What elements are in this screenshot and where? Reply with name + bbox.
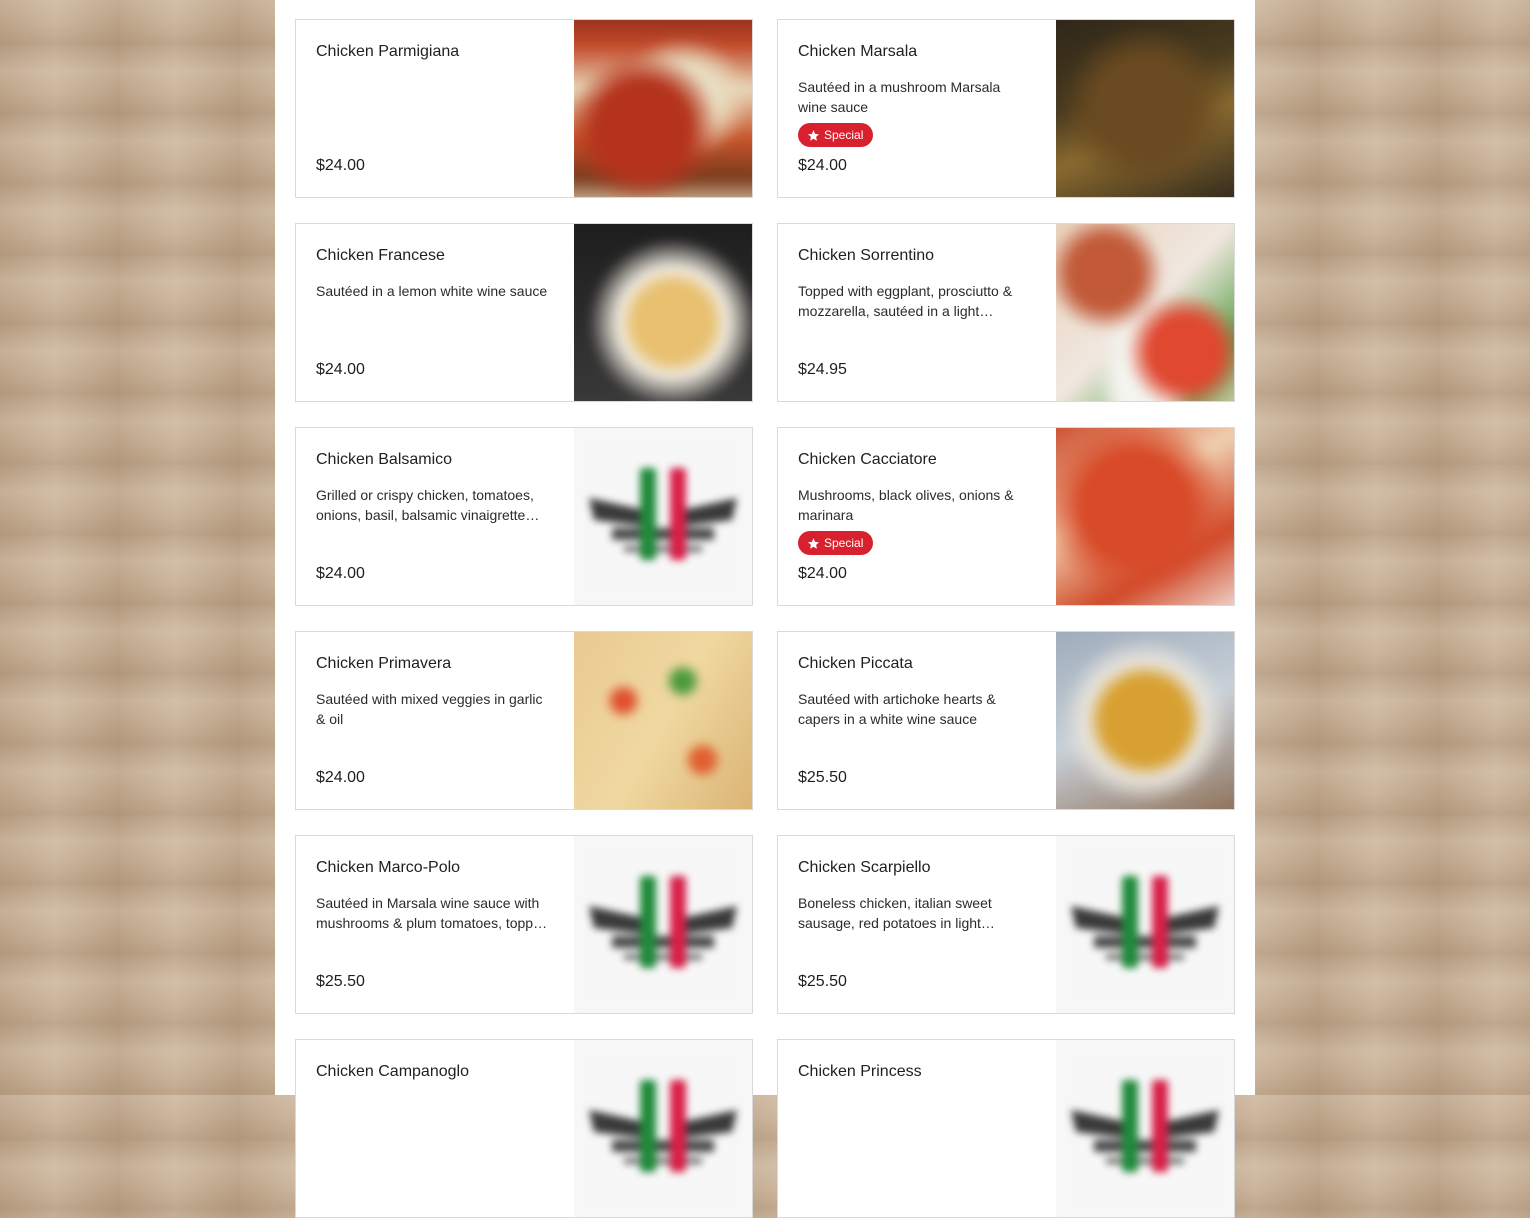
menu-item-name: Chicken Piccata bbox=[798, 655, 913, 672]
menu-item-price: $25.50 bbox=[798, 973, 847, 990]
menu-item-photo bbox=[574, 224, 752, 401]
menu-item-price: $24.00 bbox=[316, 565, 365, 582]
menu-item-card[interactable]: Chicken Campanoglo bbox=[295, 1039, 753, 1218]
menu-item-name: Chicken Marco-Polo bbox=[316, 859, 461, 876]
chicken-marsala-photo bbox=[1056, 20, 1234, 197]
menu-item-description: Topped with eggplant, prosciutto & mozza… bbox=[798, 283, 1013, 319]
menu-item-placeholder-image bbox=[1056, 836, 1234, 1013]
menu-item-info: Chicken Parmigiana $24.00 bbox=[316, 20, 556, 197]
menu-item-description: Sautéed in a lemon white wine sauce bbox=[316, 283, 548, 299]
menu-item-info: Chicken Marco-Polo Sautéed in Marsala win… bbox=[316, 836, 556, 1013]
menu-item-info: Chicken Balsamico Grilled or crispy chick… bbox=[316, 428, 556, 605]
menu-item-price: $24.95 bbox=[798, 361, 847, 378]
menu-item-name: Chicken Scarpiello bbox=[798, 859, 931, 876]
menu-item-name: Chicken Sorrentino bbox=[798, 247, 935, 264]
menu-item-placeholder-image bbox=[574, 836, 752, 1013]
chicken-francese-photo bbox=[574, 224, 752, 401]
menu-item-info: Chicken Marsala Sautéed in a mushroom Mar… bbox=[798, 20, 1038, 197]
menu-item-photo bbox=[1056, 428, 1234, 605]
menu-item-placeholder-image bbox=[574, 428, 752, 605]
chicken-piccata-photo bbox=[1056, 632, 1234, 809]
special-badge: Special bbox=[798, 123, 874, 147]
restaurant-logo bbox=[1056, 1040, 1234, 1217]
menu-item-description: Boneless chicken, italian sweet sausage,… bbox=[798, 895, 992, 931]
restaurant-logo bbox=[1056, 836, 1234, 1013]
menu-item-description: Sautéed in Marsala wine sauce with mushr… bbox=[316, 895, 548, 931]
menu-item-name: Chicken Princess bbox=[798, 1063, 922, 1080]
menu-item-name: Chicken Marsala bbox=[798, 43, 918, 60]
menu-item-price: $24.00 bbox=[798, 157, 847, 174]
menu-item-name: Chicken Cacciatore bbox=[798, 451, 937, 468]
menu-item-name: Chicken Francese bbox=[316, 247, 445, 264]
menu-item-photo bbox=[1056, 20, 1234, 197]
menu-item-price: $25.50 bbox=[798, 769, 847, 786]
menu-item-photo bbox=[574, 632, 752, 809]
menu-section: Chicken Parmigiana $24.00 Chicken Marsala S… bbox=[275, 0, 1255, 1218]
menu-item-card[interactable]: Chicken Primavera Sautéed with mixed vegg… bbox=[295, 631, 753, 810]
menu-item-placeholder-image bbox=[1056, 1040, 1234, 1217]
menu-item-description: Sautéed with mixed veggies in garlic & o… bbox=[316, 691, 543, 727]
menu-item-card[interactable]: Chicken Marsala Sautéed in a mushroom Mar… bbox=[777, 19, 1235, 198]
restaurant-logo bbox=[574, 836, 752, 1013]
special-badge-label: Special bbox=[824, 128, 864, 142]
menu-item-card[interactable]: Chicken Princess bbox=[777, 1039, 1235, 1218]
star-icon bbox=[808, 129, 819, 141]
menu-item-card[interactable]: Chicken Piccata Sautéed with artichoke he… bbox=[777, 631, 1235, 810]
menu-item-card[interactable]: Chicken Cacciatore Mushrooms, black olive… bbox=[777, 427, 1235, 606]
menu-item-name: Chicken Parmigiana bbox=[316, 43, 460, 60]
menu-item-card[interactable]: Chicken Sorrentino Topped with eggplant, … bbox=[777, 223, 1235, 402]
menu-item-info: Chicken Campanoglo bbox=[316, 1040, 556, 1217]
menu-item-name: Chicken Primavera bbox=[316, 655, 452, 672]
special-badge: Special bbox=[798, 531, 874, 555]
menu-item-description: Grilled or crispy chicken, tomatoes, oni… bbox=[316, 487, 540, 523]
menu-item-card[interactable]: Chicken Scarpiello Boneless chicken, ital… bbox=[777, 835, 1235, 1014]
menu-item-price: $24.00 bbox=[316, 157, 365, 174]
special-badge-label: Special bbox=[824, 536, 864, 550]
menu-item-card[interactable]: Chicken Balsamico Grilled or crispy chick… bbox=[295, 427, 753, 606]
menu-item-price: $24.00 bbox=[316, 361, 365, 378]
menu-item-name: Chicken Campanoglo bbox=[316, 1063, 469, 1080]
restaurant-logo bbox=[574, 1040, 752, 1217]
menu-item-photo bbox=[1056, 224, 1234, 401]
menu-item-card[interactable]: Chicken Marco-Polo Sautéed in Marsala win… bbox=[295, 835, 753, 1014]
menu-item-info: Chicken Cacciatore Mushrooms, black olive… bbox=[798, 428, 1038, 605]
menu-item-name: Chicken Balsamico bbox=[316, 451, 453, 468]
menu-item-price: $24.00 bbox=[316, 769, 365, 786]
restaurant-logo bbox=[574, 428, 752, 605]
menu-item-price: $24.00 bbox=[798, 565, 847, 582]
menu-item-card[interactable]: Chicken Francese Sautéed in a lemon white… bbox=[295, 223, 753, 402]
menu-item-price: $25.50 bbox=[316, 973, 365, 990]
chicken-parmigiana-photo bbox=[574, 20, 752, 197]
star-icon bbox=[808, 537, 819, 549]
chicken-primavera-photo bbox=[574, 632, 752, 809]
menu-item-info: Chicken Sorrentino Topped with eggplant, … bbox=[798, 224, 1038, 401]
menu-item-card[interactable]: Chicken Parmigiana $24.00 bbox=[295, 19, 753, 198]
menu-item-description: Sautéed with artichoke hearts & capers i… bbox=[798, 691, 996, 727]
menu-item-info: Chicken Scarpiello Boneless chicken, ital… bbox=[798, 836, 1038, 1013]
menu-item-info: Chicken Piccata Sautéed with artichoke he… bbox=[798, 632, 1038, 809]
menu-item-info: Chicken Princess bbox=[798, 1040, 1038, 1217]
chicken-sorrentino-photo bbox=[1056, 224, 1234, 401]
menu-item-description: Sautéed in a mushroom Marsala wine sauce bbox=[798, 79, 1001, 115]
menu-item-placeholder-image bbox=[574, 1040, 752, 1217]
menu-item-photo bbox=[1056, 632, 1234, 809]
menu-item-photo bbox=[574, 20, 752, 197]
menu-item-description: Mushrooms, black olives, onions & marina… bbox=[798, 487, 1014, 523]
menu-item-info: Chicken Primavera Sautéed with mixed vegg… bbox=[316, 632, 556, 809]
menu-item-info: Chicken Francese Sautéed in a lemon white… bbox=[316, 224, 556, 401]
chicken-cacciatore-photo bbox=[1056, 428, 1234, 605]
